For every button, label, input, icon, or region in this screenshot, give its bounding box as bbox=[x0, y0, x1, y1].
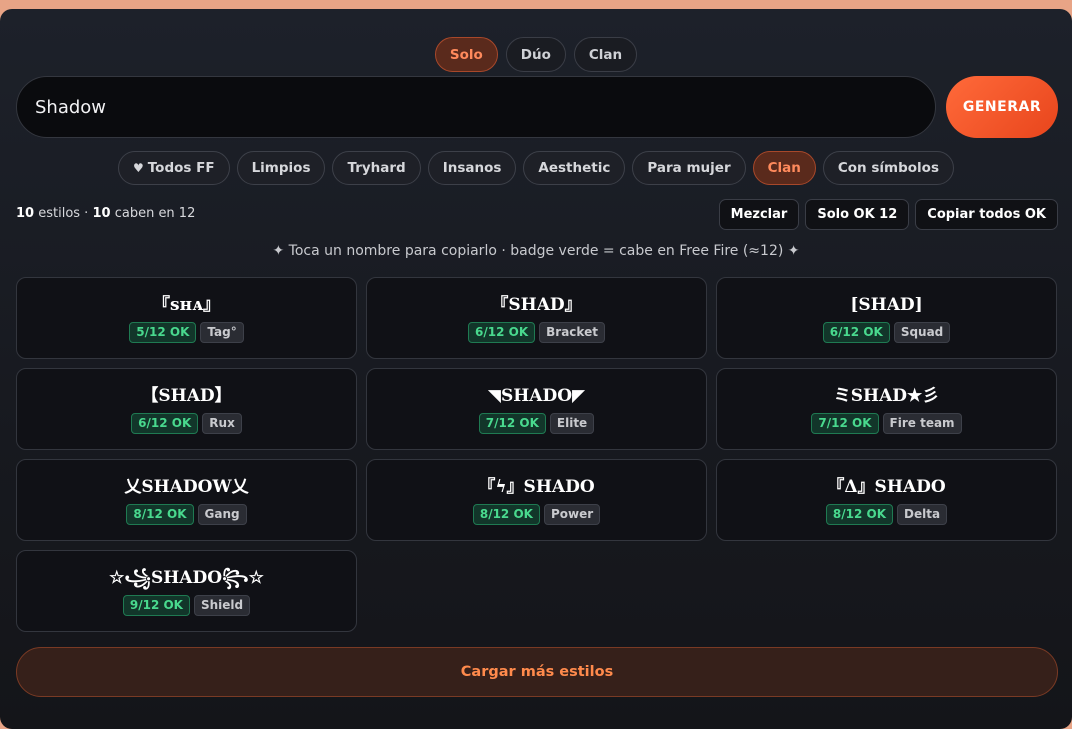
shuffle-button[interactable]: Mezclar bbox=[718, 199, 800, 230]
fit-badge: 7/12 OK bbox=[478, 412, 546, 434]
styled-name: ミSHAD★彡 bbox=[833, 385, 940, 406]
filter-con-simbolos[interactable]: Con símbolos bbox=[822, 151, 954, 185]
style-count-text: estilos · bbox=[38, 206, 89, 221]
fit-badge: 6/12 OK bbox=[468, 321, 536, 343]
filter-clan[interactable]: Clan bbox=[752, 151, 816, 185]
style-tag: Power bbox=[543, 503, 601, 525]
fit-count: 10 bbox=[92, 206, 111, 221]
styled-name: 『ϟ』SHADO bbox=[478, 476, 595, 497]
filter-aesthetic[interactable]: Aesthetic bbox=[523, 151, 626, 185]
name-card[interactable]: 『SHAD』 6/12 OK Bracket bbox=[366, 277, 707, 359]
styled-name: [SHAD] bbox=[850, 294, 923, 315]
name-card[interactable]: ☆꧁SHADO꧂☆ 9/12 OK Shield bbox=[16, 550, 357, 632]
style-tag: Shield bbox=[193, 594, 251, 616]
style-tag: Delta bbox=[897, 503, 948, 525]
only-ok-button[interactable]: Solo OK 12 bbox=[805, 199, 910, 230]
fit-count-text: caben en 12 bbox=[114, 206, 196, 221]
copy-all-button[interactable]: Copiar todos OK bbox=[915, 199, 1058, 230]
name-card[interactable]: 『sʜᴀ』 5/12 OK Tag° bbox=[16, 277, 357, 359]
fit-badge: 6/12 OK bbox=[131, 412, 199, 434]
name-card[interactable]: 【SHAD】 6/12 OK Rux bbox=[16, 368, 357, 450]
tab-solo[interactable]: Solo bbox=[434, 37, 498, 72]
fit-badge: 7/12 OK bbox=[811, 412, 879, 434]
fit-badge: 8/12 OK bbox=[126, 503, 194, 525]
name-card[interactable]: ミSHAD★彡 7/12 OK Fire team bbox=[716, 368, 1057, 450]
styled-name: ☆꧁SHADO꧂☆ bbox=[109, 567, 264, 588]
styled-name: 『SHAD』 bbox=[491, 294, 582, 315]
style-tag: Bracket bbox=[539, 321, 605, 343]
fit-badge: 8/12 OK bbox=[825, 503, 894, 525]
load-more-button[interactable]: Cargar más estilos bbox=[16, 647, 1058, 697]
filter-todos-ff[interactable]: ♥ Todos FF bbox=[118, 151, 230, 185]
name-card[interactable]: [SHAD] 6/12 OK Squad bbox=[716, 277, 1057, 359]
filter-para-mujer[interactable]: Para mujer bbox=[632, 151, 746, 185]
fit-badge: 8/12 OK bbox=[472, 503, 540, 525]
results-stats: 10 estilos · 10 caben en 12 bbox=[16, 206, 195, 221]
mode-tabs: Solo Dúo Clan bbox=[0, 37, 1072, 72]
name-card[interactable]: 『ϟ』SHADO 8/12 OK Power bbox=[366, 459, 707, 541]
styled-name: 【SHAD】 bbox=[141, 385, 232, 406]
style-tag: Elite bbox=[549, 412, 595, 434]
filter-limpios[interactable]: Limpios bbox=[236, 151, 326, 185]
name-card[interactable]: 乂SHADOW乂 8/12 OK Gang bbox=[16, 459, 357, 541]
name-input[interactable] bbox=[16, 76, 936, 138]
fit-badge: 5/12 OK bbox=[129, 321, 197, 343]
copy-hint: ✦ Toca un nombre para copiarlo · badge v… bbox=[272, 243, 800, 259]
tab-duo[interactable]: Dúo bbox=[505, 37, 566, 72]
style-tag: Gang bbox=[197, 503, 247, 525]
generate-button[interactable]: GENERAR bbox=[946, 76, 1058, 138]
results-grid: 『sʜᴀ』 5/12 OK Tag° 『SHAD』 6/12 OK Bracket … bbox=[16, 277, 1058, 632]
heart-icon: ♥ bbox=[133, 161, 144, 175]
styled-name: 乂SHADOW乂 bbox=[124, 476, 249, 497]
styled-name: 『Δ』SHADO bbox=[827, 476, 946, 497]
fit-badge: 6/12 OK bbox=[822, 321, 890, 343]
style-tag: Tag° bbox=[200, 321, 244, 343]
styled-name: 『sʜᴀ』 bbox=[153, 294, 220, 315]
style-filters: ♥ Todos FF Limpios Tryhard Insanos Aesthe… bbox=[0, 151, 1072, 185]
tab-clan[interactable]: Clan bbox=[573, 37, 638, 72]
style-tag: Rux bbox=[202, 412, 242, 434]
filter-tryhard[interactable]: Tryhard bbox=[332, 151, 421, 185]
style-tag: Fire team bbox=[882, 412, 962, 434]
style-tag: Squad bbox=[893, 321, 951, 343]
filter-insanos[interactable]: Insanos bbox=[427, 151, 517, 185]
filter-label: Todos FF bbox=[147, 160, 215, 176]
name-card[interactable]: ◥SHADO◤ 7/12 OK Elite bbox=[366, 368, 707, 450]
name-card[interactable]: 『Δ』SHADO 8/12 OK Delta bbox=[716, 459, 1057, 541]
result-actions: Mezclar Solo OK 12 Copiar todos OK bbox=[718, 199, 1058, 230]
fit-badge: 9/12 OK bbox=[122, 594, 190, 616]
style-count: 10 bbox=[16, 206, 35, 221]
styled-name: ◥SHADO◤ bbox=[487, 385, 586, 406]
